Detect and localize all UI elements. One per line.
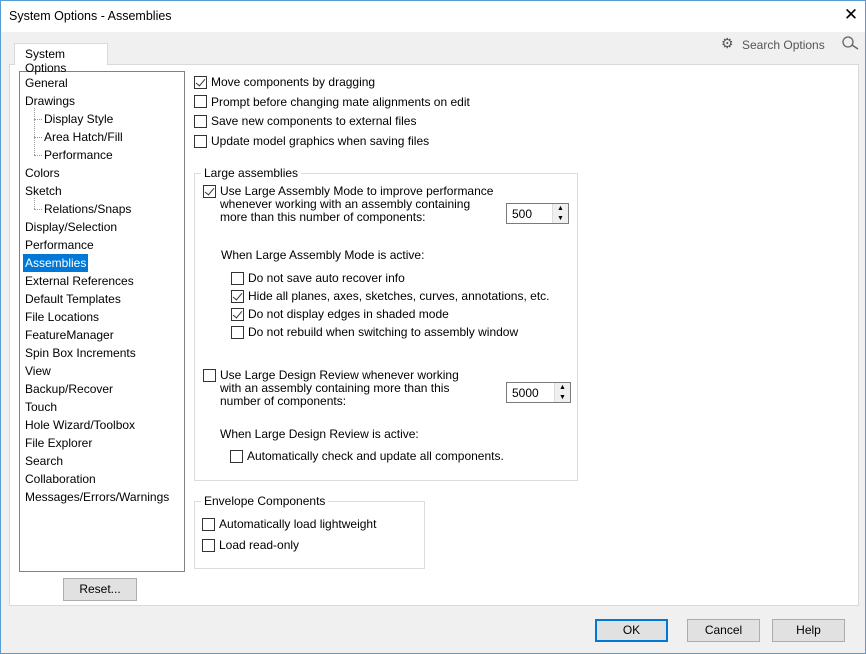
checkbox-label: Move components by dragging (211, 75, 376, 89)
checkbox-box[interactable] (202, 517, 215, 531)
checkbox-label: Do not display edges in shaded mode (248, 307, 449, 321)
checkbox-box[interactable] (231, 325, 244, 339)
sidebar-item[interactable]: FeatureManager (23, 326, 116, 344)
lam-text-3: more than this number of components: (220, 210, 426, 224)
envelope-group: Envelope Components (194, 494, 425, 569)
sidebar-item[interactable]: Messages/Errors/Warnings (23, 488, 171, 506)
search-icon[interactable] (841, 36, 859, 53)
option-checkbox[interactable]: Automatically load lightweight (202, 517, 376, 531)
lam-threshold-spinbox[interactable]: 500 ▲ ▼ (506, 203, 569, 224)
checkbox-label: Save new components to external files (211, 114, 417, 129)
option-checkbox[interactable]: Do not rebuild when switching to assembl… (231, 325, 518, 339)
option-checkbox[interactable]: Do not save auto recover info (231, 271, 405, 285)
ldr-text-3: number of components: (220, 394, 347, 408)
checkbox-label: Hide all planes, axes, sketches, curves,… (248, 289, 550, 303)
search-input[interactable]: Search Options (742, 38, 825, 52)
search-options[interactable]: ⚙ Search Options (721, 35, 861, 53)
sidebar-item[interactable]: Collaboration (23, 470, 98, 488)
sidebar-item[interactable]: Drawings (23, 92, 77, 110)
checkbox-box[interactable] (194, 75, 207, 89)
sidebar-item[interactable]: Performance (42, 146, 115, 164)
tree-connector (34, 119, 42, 120)
cancel-button[interactable]: Cancel (687, 619, 760, 642)
checkbox-label: Update model graphics when saving files (211, 134, 430, 149)
option-checkbox[interactable]: Load read-only (202, 538, 299, 552)
sidebar-item[interactable]: Default Templates (23, 290, 123, 308)
checkbox-label: Prompt before changing mate alignments o… (211, 94, 470, 109)
sidebar-item[interactable]: Relations/Snaps (42, 200, 133, 218)
checkbox-label: Do not rebuild when switching to assembl… (248, 325, 519, 339)
sidebar-item[interactable]: View (23, 362, 53, 380)
sidebar-item[interactable]: Performance (23, 236, 96, 254)
checkbox-label: Do not save auto recover info (248, 271, 405, 285)
sidebar-item[interactable]: Touch (23, 398, 59, 416)
ldr-active-label: When Large Design Review is active: (220, 427, 419, 441)
title-bar: System Options - Assemblies ✕ (1, 1, 865, 32)
sidebar-item[interactable]: Search (23, 452, 65, 470)
ldr-threshold-spinbox[interactable]: 5000 ▲ ▼ (506, 382, 571, 403)
spin-down-icon[interactable]: ▼ (559, 394, 566, 401)
group-title: Large assemblies (201, 166, 302, 180)
option-checkbox[interactable]: Do not display edges in shaded mode (231, 307, 449, 321)
sidebar-item[interactable]: Display/Selection (23, 218, 119, 236)
sidebar-item[interactable]: File Locations (23, 308, 101, 326)
option-checkbox[interactable]: Move components by dragging (194, 75, 375, 89)
sidebar-item[interactable]: Spin Box Increments (23, 344, 138, 362)
option-checkbox[interactable]: Prompt before changing mate alignments o… (194, 95, 470, 109)
lam-threshold-value[interactable]: 500 (507, 204, 552, 223)
sidebar-item[interactable]: Area Hatch/Fill (42, 128, 125, 146)
lam-active-label: When Large Assembly Mode is active: (221, 248, 425, 262)
tree-connector (34, 198, 35, 209)
options-tree[interactable]: General Drawings Display Style Area Hatch/F… (19, 71, 185, 572)
close-icon[interactable]: ✕ (839, 5, 863, 25)
large-assembly-mode-checkbox[interactable] (203, 185, 220, 198)
ldr-threshold-value[interactable]: 5000 (507, 383, 554, 402)
checkbox-box[interactable] (231, 289, 244, 303)
large-design-review-checkbox[interactable] (203, 369, 220, 382)
spin-up-icon[interactable]: ▲ (557, 205, 564, 212)
checkbox-box[interactable] (231, 271, 244, 285)
window-title: System Options - Assemblies (9, 9, 172, 23)
checkbox-box[interactable] (194, 95, 207, 109)
tree-connector (34, 108, 35, 155)
spin-down-icon[interactable]: ▼ (557, 215, 564, 222)
spin-up-icon[interactable]: ▲ (559, 384, 566, 391)
checkbox-box[interactable] (203, 185, 216, 198)
sidebar-item[interactable]: Hole Wizard/Toolbox (23, 416, 137, 434)
tree-connector (34, 209, 42, 210)
help-button[interactable]: Help (772, 619, 845, 642)
option-checkbox[interactable]: Automatically check and update all compo… (230, 449, 504, 463)
sidebar-item[interactable]: Sketch (23, 182, 64, 200)
checkbox-box[interactable] (202, 538, 215, 552)
gear-icon: ⚙ (721, 35, 734, 51)
sidebar-item[interactable]: Colors (23, 164, 62, 182)
tree-connector (34, 155, 42, 156)
ok-button[interactable]: OK (595, 619, 668, 642)
option-checkbox[interactable]: Save new components to external files (194, 114, 416, 128)
reset-button[interactable]: Reset... (63, 578, 137, 601)
sidebar-item[interactable]: General (23, 74, 70, 92)
checkbox-box[interactable] (194, 114, 207, 128)
tab-system-options[interactable]: System Options (14, 43, 108, 75)
option-checkbox[interactable]: Update model graphics when saving files (194, 134, 429, 148)
checkbox-box[interactable] (203, 369, 216, 382)
group-title: Envelope Components (201, 494, 329, 508)
tree-connector (34, 137, 42, 138)
checkbox-label: Automatically check and update all compo… (247, 449, 504, 463)
option-checkbox[interactable]: Hide all planes, axes, sketches, curves,… (231, 289, 550, 303)
checkbox-box[interactable] (230, 449, 243, 463)
checkbox-label: Load read-only (219, 538, 300, 552)
sidebar-item[interactable]: Backup/Recover (23, 380, 115, 398)
sidebar-item[interactable]: Assemblies (23, 254, 89, 272)
sidebar-item[interactable]: File Explorer (23, 434, 94, 452)
checkbox-box[interactable] (231, 307, 244, 321)
checkbox-label: Automatically load lightweight (219, 517, 377, 531)
checkbox-box[interactable] (194, 134, 207, 148)
sidebar-item[interactable]: Display Style (42, 110, 115, 128)
sidebar-item[interactable]: External References (23, 272, 136, 290)
